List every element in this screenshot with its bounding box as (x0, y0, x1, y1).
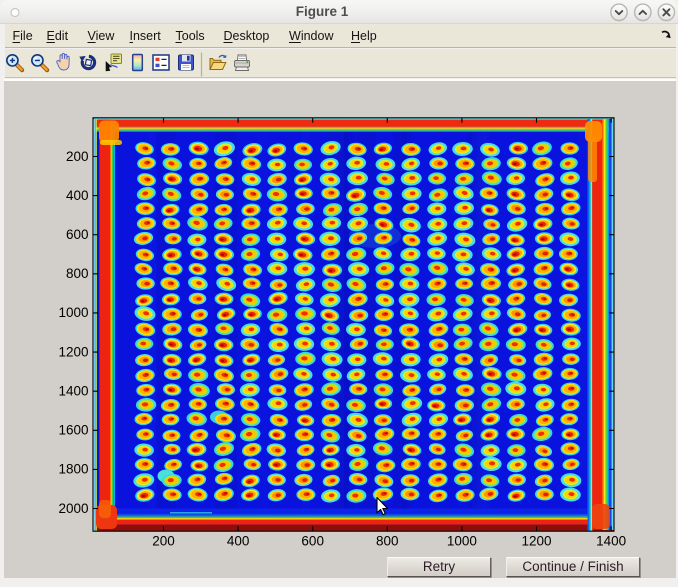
svg-text:1000: 1000 (447, 534, 477, 549)
svg-text:1400: 1400 (596, 534, 626, 549)
svg-text:1600: 1600 (58, 423, 88, 438)
svg-text:1200: 1200 (58, 344, 88, 359)
svg-text:600: 600 (301, 534, 324, 549)
svg-text:800: 800 (66, 266, 89, 281)
svg-text:2000: 2000 (58, 501, 88, 516)
svg-text:1000: 1000 (58, 305, 88, 320)
svg-text:1800: 1800 (58, 462, 88, 477)
svg-text:200: 200 (152, 534, 175, 549)
svg-text:1200: 1200 (521, 534, 551, 549)
svg-text:400: 400 (227, 534, 250, 549)
svg-text:600: 600 (66, 227, 89, 242)
svg-text:800: 800 (376, 534, 399, 549)
svg-text:200: 200 (66, 149, 89, 164)
svg-text:1400: 1400 (58, 384, 88, 399)
svg-text:400: 400 (66, 188, 89, 203)
